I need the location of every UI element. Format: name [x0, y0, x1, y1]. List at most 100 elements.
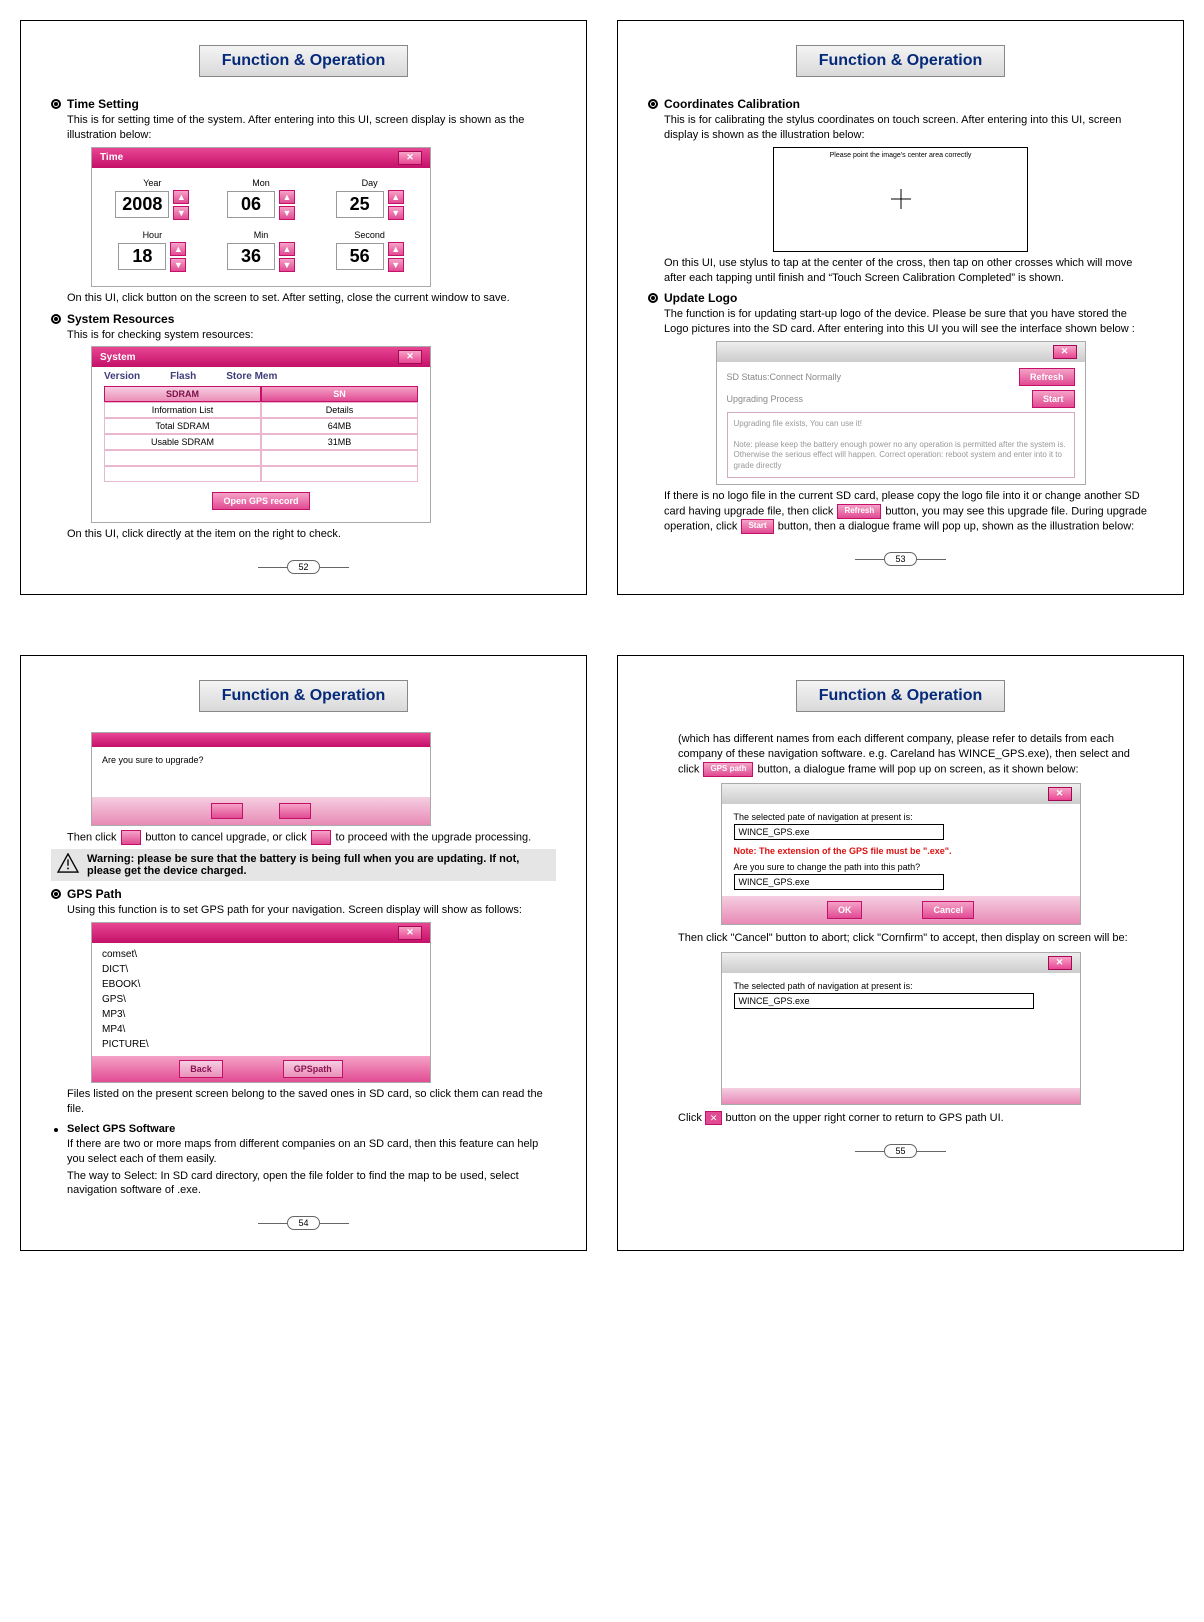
page-title: Function & Operation [199, 680, 409, 712]
close-icon[interactable]: ✕ [398, 350, 422, 364]
list-item[interactable]: MP4\ [102, 1022, 420, 1037]
system-resources-text: This is for checking system resources: [67, 328, 556, 343]
list-item[interactable]: DICT\ [102, 962, 420, 977]
close-icon[interactable]: ✕ [398, 151, 422, 165]
selected-path-label: The selected pate of navigation at prese… [734, 812, 1068, 822]
update-logo-para2: If there is no logo file in the current … [664, 489, 1153, 534]
bullet-icon [51, 889, 61, 899]
month-down-button[interactable]: ▼ [279, 206, 295, 220]
back-button[interactable]: Back [179, 1060, 223, 1078]
gpspath-button[interactable]: GPSpath [283, 1060, 343, 1078]
refresh-inline-button[interactable]: Refresh [837, 504, 881, 519]
table-cell: Information List [104, 402, 261, 418]
update-logo-text: The function is for updating start-up lo… [664, 307, 1153, 337]
day-value: 25 [336, 191, 384, 218]
upgrade-note-line: Note: please keep the battery enough pow… [734, 440, 1068, 471]
calibration-message: Please point the image's center area cor… [830, 152, 972, 159]
close-inline-icon[interactable]: ✕ [705, 1111, 723, 1125]
path-result-dialog: ✕ The selected path of navigation at pre… [721, 952, 1081, 1105]
cross-icon[interactable] [891, 189, 911, 209]
then-click-text: Then click button to cancel upgrade, or … [67, 830, 556, 845]
calibration-screen: Please point the image's center area cor… [773, 147, 1028, 252]
update-logo-heading: Update Logo [664, 291, 737, 305]
browser-after-text: Files listed on the present screen belon… [67, 1087, 556, 1117]
table-cell: 31MB [261, 434, 418, 450]
table-cell [104, 466, 261, 482]
warning-text: Warning: please be sure that the battery… [87, 853, 550, 877]
month-up-button[interactable]: ▲ [279, 190, 295, 204]
col-sn: SN [261, 386, 418, 402]
dialog-ok-button[interactable] [279, 803, 311, 819]
refresh-button[interactable]: Refresh [1019, 368, 1075, 386]
select-gps-text1: If there are two or more maps from diffe… [67, 1137, 556, 1167]
bullet-icon [51, 99, 61, 109]
selected-path-value: WINCE_GPS.exe [734, 824, 944, 840]
hour-down-button[interactable]: ▼ [170, 258, 186, 272]
page-number: 55 [884, 1144, 916, 1158]
time-setting-text: This is for setting time of the system. … [67, 113, 556, 143]
system-after-text: On this UI, click directly at the item o… [67, 527, 556, 542]
dialog-cancel-button[interactable] [211, 803, 243, 819]
update-logo-window: ✕ SD Status:Connect Normally Refresh Upg… [716, 341, 1086, 485]
mid-text: Then click "Cancel" button to abort; cli… [678, 931, 1153, 946]
sec-up-button[interactable]: ▲ [388, 242, 404, 256]
sec-down-button[interactable]: ▼ [388, 258, 404, 272]
bullet-icon [648, 293, 658, 303]
day-up-button[interactable]: ▲ [388, 190, 404, 204]
table-cell [261, 450, 418, 466]
time-after-text: On this UI, click button on the screen t… [67, 291, 556, 306]
warning-box: Warning: please be sure that the battery… [51, 849, 556, 881]
list-item[interactable]: PICTURE\ [102, 1037, 420, 1052]
upgrade-note-line: Upgrading file exists, You can use it! [734, 419, 1068, 429]
min-value: 36 [227, 243, 275, 270]
selected-path-label: The selected path of navigation at prese… [734, 981, 1068, 991]
hour-value: 18 [118, 243, 166, 270]
upgrade-confirm-dialog: Are you sure to upgrade? [91, 732, 431, 826]
system-window-title: System [100, 352, 136, 363]
close-icon[interactable]: ✕ [398, 926, 422, 940]
page-53: Function & Operation Coordinates Calibra… [617, 20, 1184, 595]
hour-up-button[interactable]: ▲ [170, 242, 186, 256]
warning-icon [57, 853, 79, 873]
close-icon[interactable]: ✕ [1048, 956, 1072, 970]
selected-path-value: WINCE_GPS.exe [734, 993, 1034, 1009]
open-gps-record-button[interactable]: Open GPS record [212, 492, 309, 510]
year-label: Year [106, 178, 199, 188]
list-item[interactable]: comset\ [102, 947, 420, 962]
system-resources-heading: System Resources [67, 312, 174, 326]
close-text: Click ✕ button on the upper right corner… [678, 1111, 1153, 1126]
table-cell [261, 466, 418, 482]
close-icon[interactable]: ✕ [1053, 345, 1077, 359]
page-52: Function & Operation Time Setting This i… [20, 20, 587, 595]
year-down-button[interactable]: ▼ [173, 206, 189, 220]
gps-path-browser: ✕ comset\DICT\EBOOK\GPS\MP3\MP4\PICTURE\… [91, 922, 431, 1083]
list-item[interactable]: GPS\ [102, 992, 420, 1007]
bullet-icon [51, 314, 61, 324]
page-title: Function & Operation [199, 45, 409, 77]
min-down-button[interactable]: ▼ [279, 258, 295, 272]
proceed-inline-button[interactable] [311, 830, 332, 845]
month-value: 06 [227, 191, 275, 218]
change-path-label: Are you sure to change the path into thi… [734, 862, 1068, 872]
list-item[interactable]: MP3\ [102, 1007, 420, 1022]
tab-store-mem[interactable]: Store Mem [226, 371, 277, 382]
ok-button[interactable]: OK [827, 901, 863, 919]
day-down-button[interactable]: ▼ [388, 206, 404, 220]
table-cell: Details [261, 402, 418, 418]
tab-version[interactable]: Version [104, 371, 140, 382]
cancel-inline-button[interactable] [121, 830, 142, 845]
select-gps-text2: The way to Select: In SD card directory,… [67, 1169, 556, 1199]
min-up-button[interactable]: ▲ [279, 242, 295, 256]
intro-text: (which has different names from each dif… [678, 732, 1153, 777]
list-item[interactable]: EBOOK\ [102, 977, 420, 992]
gps-path-inline-button[interactable]: GPS path [703, 762, 753, 777]
cancel-button[interactable]: Cancel [922, 901, 974, 919]
year-up-button[interactable]: ▲ [173, 190, 189, 204]
time-setting-heading: Time Setting [67, 97, 139, 111]
dot-bullet-icon [54, 1128, 58, 1132]
start-button[interactable]: Start [1032, 390, 1075, 408]
system-window: System ✕ Version Flash Store Mem SDRAM S… [91, 346, 431, 523]
tab-flash[interactable]: Flash [170, 371, 196, 382]
close-icon[interactable]: ✕ [1048, 787, 1072, 801]
start-inline-button[interactable]: Start [741, 519, 773, 534]
